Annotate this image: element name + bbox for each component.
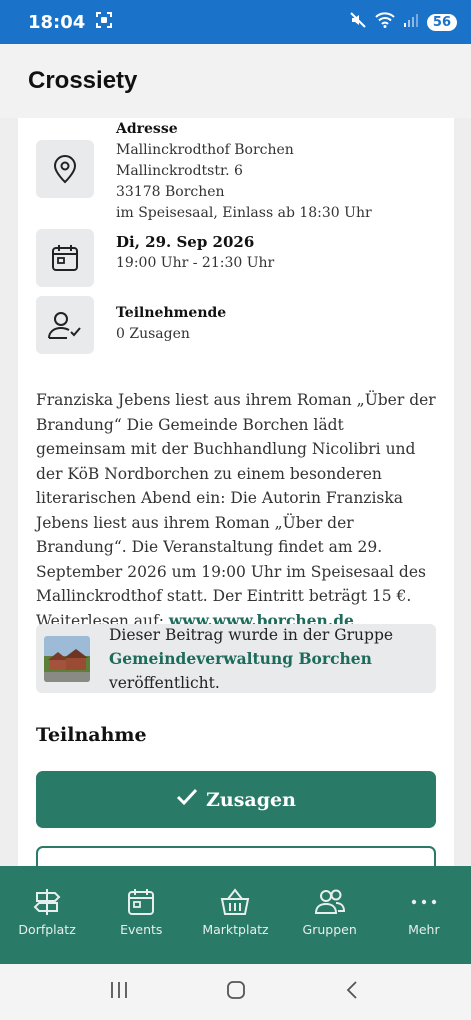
nav-item-gruppen[interactable]: Gruppen xyxy=(285,886,375,937)
participants-count: 0 Zusagen xyxy=(116,326,190,342)
participants-row[interactable]: Teilnehmende 0 Zusagen xyxy=(36,296,226,354)
more-icon xyxy=(411,899,437,905)
nav-label: Marktplatz xyxy=(202,922,269,937)
address-line: im Speisesaal, Einlass ab 18:30 Uhr xyxy=(116,205,372,221)
location-pin-icon xyxy=(36,140,94,198)
signal-icon xyxy=(403,12,419,32)
participation-title: Teilnahme xyxy=(36,724,147,746)
nav-item-dorfplatz[interactable]: Dorfplatz xyxy=(2,886,92,937)
event-card: Adresse Mallinckrodthof Borchen Mallinck… xyxy=(18,118,454,866)
checkmark-icon xyxy=(176,788,198,811)
decline-button[interactable] xyxy=(36,846,436,866)
accept-button-label: Zusagen xyxy=(206,788,296,811)
group-notice[interactable]: Dieser Beitrag wurde in der Gruppe Gemei… xyxy=(36,624,436,693)
nav-label: Mehr xyxy=(408,922,440,937)
app-header: Crossiety xyxy=(0,44,471,118)
nav-item-marktplatz[interactable]: Marktplatz xyxy=(190,886,280,937)
group-name-link[interactable]: Gemeindeverwaltung Borchen xyxy=(109,647,393,671)
description-text: Franziska Jebens liest aus ihrem Roman „… xyxy=(36,391,436,630)
calendar-icon xyxy=(128,889,155,915)
participants-label: Teilnehmende xyxy=(116,305,227,321)
group-thumbnail-image xyxy=(44,635,90,682)
nav-item-mehr[interactable]: Mehr xyxy=(379,886,469,937)
battery-indicator: 56 xyxy=(426,13,457,31)
address-line: 33178 Borchen xyxy=(116,184,225,200)
basket-icon xyxy=(221,888,250,915)
accept-button[interactable]: Zusagen xyxy=(36,771,436,828)
nav-label: Gruppen xyxy=(302,922,357,937)
date-row[interactable]: Di, 29. Sep 2026 19:00 Uhr - 21:30 Uhr xyxy=(36,229,274,287)
mute-icon xyxy=(349,11,367,33)
people-icon xyxy=(314,889,345,914)
address-row[interactable]: Adresse Mallinckrodthof Borchen Mallinck… xyxy=(36,121,372,224)
bottom-nav: Dorfplatz Events Marktplatz Gruppen Mehr xyxy=(0,866,471,964)
system-nav-bar xyxy=(0,964,471,1020)
wifi-icon xyxy=(375,12,395,32)
nav-item-events[interactable]: Events xyxy=(96,886,186,937)
status-bar: 18:04 56 xyxy=(0,0,471,44)
back-icon[interactable] xyxy=(342,979,364,1005)
screenshot-icon xyxy=(95,11,113,33)
signpost-icon xyxy=(33,889,61,915)
calendar-icon xyxy=(36,229,94,287)
app-title: Crossiety xyxy=(28,67,138,94)
status-time: 18:04 xyxy=(28,11,86,33)
address-line: Mallinckrodthof Borchen xyxy=(116,142,294,158)
event-description: Franziska Jebens liest aus ihrem Roman „… xyxy=(36,388,436,633)
nav-label: Events xyxy=(120,922,163,937)
event-detail-scroll[interactable]: Adresse Mallinckrodthof Borchen Mallinck… xyxy=(0,118,471,866)
nav-label: Dorfplatz xyxy=(18,922,76,937)
user-check-icon xyxy=(36,296,94,354)
home-icon[interactable] xyxy=(225,979,247,1005)
address-line: Mallinckrodtstr. 6 xyxy=(116,163,243,179)
address-label: Adresse xyxy=(116,121,178,137)
group-notice-prefix: Dieser Beitrag wurde in der Gruppe xyxy=(109,625,394,644)
event-date: Di, 29. Sep 2026 xyxy=(116,233,255,251)
group-notice-suffix: veröffentlicht. xyxy=(109,673,220,692)
event-time: 19:00 Uhr - 21:30 Uhr xyxy=(116,255,275,271)
recent-apps-icon[interactable] xyxy=(108,979,130,1005)
